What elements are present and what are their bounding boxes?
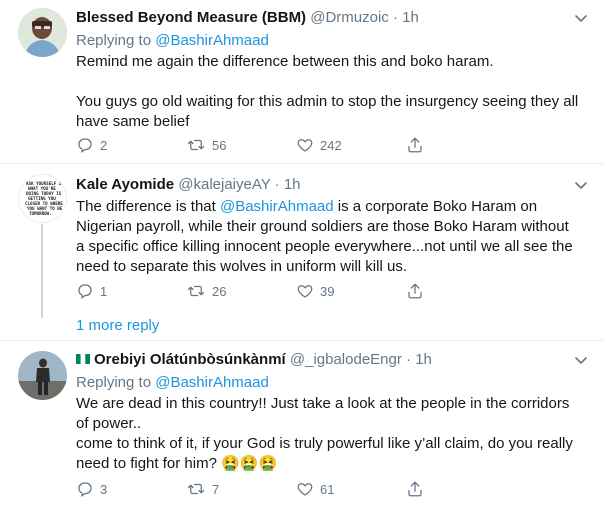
text-line: Remind me again the difference between t… <box>76 53 494 70</box>
retweet-count: 26 <box>212 283 227 299</box>
thread-line <box>41 224 43 318</box>
tweet-text: The difference is that @BashirAhmaad is … <box>76 197 589 277</box>
chevron-down-icon[interactable] <box>573 352 589 368</box>
vomit-emoji: 🤮🤮🤮 <box>221 455 278 472</box>
tweet-actions: 2 56 242 <box>76 135 424 155</box>
share-icon <box>408 283 422 299</box>
timestamp[interactable]: 1h <box>415 351 432 368</box>
reply-count: 3 <box>100 481 108 497</box>
more-replies-link[interactable]: 1 more reply <box>76 316 159 336</box>
separator: · <box>392 9 398 26</box>
mention-link[interactable]: @BashirAhmaad <box>220 198 334 215</box>
retweet-icon <box>187 139 205 151</box>
text-line: You guys go old waiting for this admin t… <box>76 93 579 110</box>
like-button[interactable]: 39 <box>296 282 406 300</box>
retweet-count: 7 <box>212 481 220 497</box>
heart-icon <box>297 483 313 496</box>
avatar[interactable]: ASK YOURSELF IF WHAT YOU'RE DOING TODAY … <box>18 174 67 223</box>
text-line: of power.. <box>76 415 142 432</box>
avatar[interactable] <box>18 8 67 57</box>
chevron-down-icon[interactable] <box>573 10 589 26</box>
text-line: come to think of it, if your God is trul… <box>76 435 573 452</box>
tweet-3[interactable]: Orebiyi Olátúnbòsúnkànmí @_igbalodeEngr … <box>0 341 603 505</box>
tweet-2[interactable]: ASK YOURSELF IF WHAT YOU'RE DOING TODAY … <box>0 164 603 340</box>
tweet-content: Kale Ayomide @kalejaiyeAY · 1h The diffe… <box>76 175 589 277</box>
tweet-header: Kale Ayomide @kalejaiyeAY · 1h <box>76 175 589 195</box>
reply-button[interactable]: 1 <box>76 282 186 300</box>
chevron-down-icon[interactable] <box>573 177 589 193</box>
share-icon <box>408 137 422 153</box>
tweet-actions: 1 26 39 <box>76 281 424 301</box>
retweet-button[interactable]: 7 <box>186 480 296 498</box>
retweet-icon <box>187 483 205 495</box>
reply-icon <box>78 284 92 300</box>
display-name[interactable]: Blessed Beyond Measure (BBM) <box>76 9 306 26</box>
tweet-content: Blessed Beyond Measure (BBM) @Drmuzoic ·… <box>76 8 589 132</box>
replying-prefix: Replying to <box>76 32 152 49</box>
heart-icon <box>297 285 313 298</box>
share-button[interactable] <box>406 282 424 300</box>
timestamp[interactable]: 1h <box>402 9 419 26</box>
reply-count: 2 <box>100 137 108 153</box>
user-handle[interactable]: @kalejaiyeAY <box>178 176 270 193</box>
reply-button[interactable]: 2 <box>76 136 186 154</box>
tweet-1[interactable]: Blessed Beyond Measure (BBM) @Drmuzoic ·… <box>0 0 603 163</box>
share-button[interactable] <box>406 480 424 498</box>
text-segment: need to fight for him? <box>76 455 222 472</box>
user-handle[interactable]: @Drmuzoic <box>310 9 389 26</box>
share-icon <box>408 481 422 497</box>
like-button[interactable]: 61 <box>296 480 406 498</box>
retweet-button[interactable]: 56 <box>186 136 296 154</box>
tweet-content: Orebiyi Olátúnbòsúnkànmí @_igbalodeEngr … <box>76 350 589 474</box>
like-count: 39 <box>320 283 335 299</box>
replying-prefix: Replying to <box>76 374 152 391</box>
nigeria-flag-icon <box>76 354 90 364</box>
reply-button[interactable]: 3 <box>76 480 186 498</box>
like-button[interactable]: 242 <box>296 136 406 154</box>
replying-to: Replying to @BashirAhmaad <box>76 372 589 393</box>
avatar[interactable] <box>18 351 67 400</box>
separator: · <box>406 351 412 368</box>
timestamp[interactable]: 1h <box>284 176 301 193</box>
tweet-text: We are dead in this country!! Just take … <box>76 394 589 474</box>
display-name[interactable]: Orebiyi Olátúnbòsúnkànmí <box>94 351 286 368</box>
text-line: have same belief <box>76 113 190 130</box>
text-line: Nigerian payroll, while their ground sol… <box>76 218 569 235</box>
mention-link[interactable]: @BashirAhmaad <box>155 32 269 49</box>
mention-link[interactable]: @BashirAhmaad <box>155 374 269 391</box>
text-line: We are dead in this country!! Just take … <box>76 395 570 412</box>
reply-icon <box>78 482 92 498</box>
svg-text:TOMORROW.: TOMORROW. <box>29 211 52 216</box>
separator: · <box>274 176 280 193</box>
text-line: need to fight for him? 🤮🤮🤮 <box>76 454 589 474</box>
tweet-text: Remind me again the difference between t… <box>76 52 589 132</box>
share-button[interactable] <box>406 136 424 154</box>
tweet-header: Blessed Beyond Measure (BBM) @Drmuzoic ·… <box>76 8 589 28</box>
text-segment: is a corporate Boko Haram on <box>333 198 538 215</box>
like-count: 242 <box>320 137 342 153</box>
text-line: The difference is that @BashirAhmaad is … <box>76 197 589 217</box>
display-name[interactable]: Kale Ayomide <box>76 176 174 193</box>
replying-to: Replying to @BashirAhmaad <box>76 30 589 51</box>
retweet-count: 56 <box>212 137 227 153</box>
reply-icon <box>78 138 92 154</box>
heart-icon <box>297 139 313 152</box>
text-line: need to separate this wolves in uniform … <box>76 258 407 275</box>
retweet-button[interactable]: 26 <box>186 282 296 300</box>
tweet-header: Orebiyi Olátúnbòsúnkànmí @_igbalodeEngr … <box>76 350 589 370</box>
text-line <box>76 72 589 92</box>
retweet-icon <box>187 285 205 297</box>
tweet-actions: 3 7 61 <box>76 479 424 499</box>
reply-count: 1 <box>100 283 108 299</box>
text-segment: The difference is that <box>76 198 220 215</box>
like-count: 61 <box>320 481 335 497</box>
text-line: a specific office killing innocent peopl… <box>76 238 573 255</box>
user-handle[interactable]: @_igbalodeEngr <box>290 351 402 368</box>
